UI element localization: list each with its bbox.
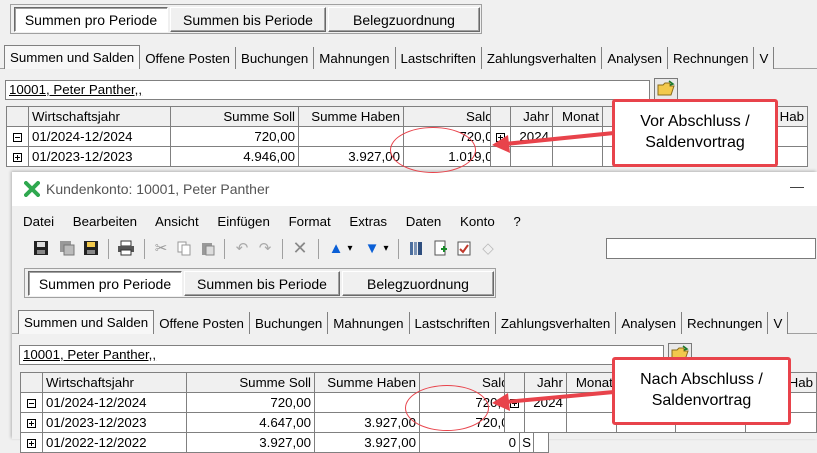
callout-after-line2: Saldenvortrag [651,392,752,409]
callout-before: Vor Abschluss / Saldenvortrag [612,99,778,167]
arrow-before-head [492,135,510,153]
callout-before-line2: Saldenvortrag [645,134,745,151]
expand-icon[interactable] [27,438,36,448]
callout-before-line1: Vor Abschluss / [640,113,750,130]
callout-after: Nach Abschluss / Saldenvortrag [612,357,791,425]
arrow-after-head [492,393,510,411]
callout-after-line1: Nach Abschluss / [640,371,763,388]
arrow-after [504,390,615,404]
arrow-before [504,131,615,146]
